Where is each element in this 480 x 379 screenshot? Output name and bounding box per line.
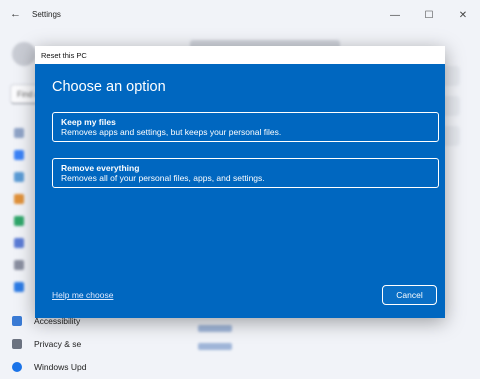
- minimize-icon[interactable]: —: [378, 0, 412, 30]
- option-title: Keep my files: [61, 117, 116, 127]
- window-controls: — ☐ ✕: [378, 0, 480, 30]
- nav-icon: [14, 194, 24, 204]
- avatar: [12, 42, 36, 66]
- remove-everything-option[interactable]: Remove everything Removes all of your pe…: [52, 158, 439, 188]
- nav-icon: [14, 282, 24, 292]
- reset-pc-dialog: Reset this PC Choose an option Keep my f…: [35, 46, 445, 318]
- window-titlebar: ← Settings — ☐ ✕: [0, 0, 480, 30]
- sidebar-item-label: Windows Upd: [34, 362, 87, 372]
- dialog-title: Reset this PC: [41, 51, 87, 60]
- get-help-link[interactable]: [198, 325, 232, 332]
- nav-icon: [14, 172, 24, 182]
- close-icon[interactable]: ✕: [446, 0, 480, 30]
- help-me-choose-link[interactable]: Help me choose: [52, 290, 113, 300]
- give-feedback-link[interactable]: [198, 343, 232, 350]
- dialog-titlebar: Reset this PC: [35, 46, 445, 64]
- option-description: Removes apps and settings, but keeps you…: [61, 127, 282, 137]
- update-icon: [12, 362, 22, 372]
- dialog-heading: Choose an option: [52, 79, 166, 95]
- sidebar-item-privacy[interactable]: Privacy & se: [12, 335, 81, 353]
- nav-icon: [14, 238, 24, 248]
- sidebar-item-windows-update[interactable]: Windows Upd: [12, 358, 86, 376]
- window-title: Settings: [32, 10, 61, 19]
- keep-my-files-option[interactable]: Keep my files Removes apps and settings,…: [52, 112, 439, 142]
- shield-icon: [12, 339, 22, 349]
- cancel-button[interactable]: Cancel: [382, 285, 437, 305]
- nav-icon: [14, 260, 24, 270]
- maximize-icon[interactable]: ☐: [412, 0, 446, 30]
- option-description: Removes all of your personal files, apps…: [61, 173, 265, 183]
- back-arrow-icon[interactable]: ←: [10, 8, 21, 20]
- nav-icon: [14, 216, 24, 226]
- accessibility-icon: [12, 316, 22, 326]
- nav-icon: [14, 150, 24, 160]
- option-title: Remove everything: [61, 163, 140, 173]
- sidebar-item-label: Privacy & se: [34, 339, 82, 349]
- nav-icon: [14, 128, 24, 138]
